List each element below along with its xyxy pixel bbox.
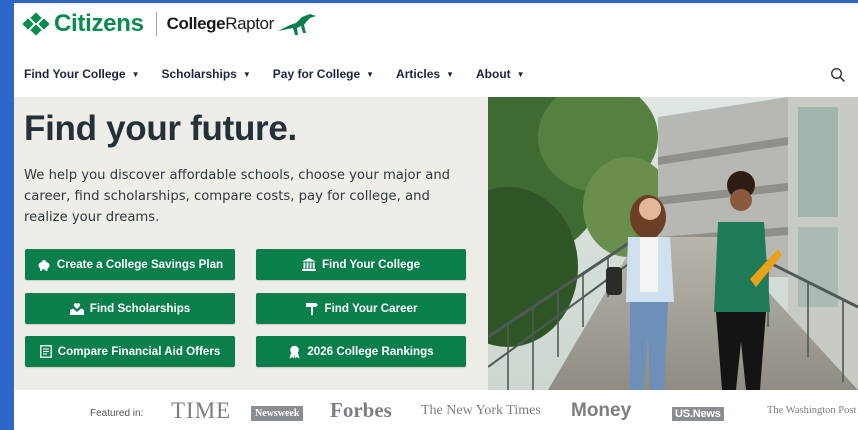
page-title: Find your future. (24, 109, 297, 148)
main-nav: Find Your College ▼ Scholarships ▼ Pay for… (24, 67, 547, 81)
nyt-logo: The New York Times (421, 403, 541, 418)
nav-label: Find Your College (24, 67, 126, 81)
page: Citizens CollegeRaptor Find Your College… (14, 3, 858, 430)
hand-heart-icon (69, 302, 84, 315)
newsweek-logo: Newsweek (251, 406, 304, 421)
usnews-logo: US.News (672, 407, 724, 421)
washington-post-logo: The Washington Post (767, 405, 857, 416)
raptor-logo-icon (277, 14, 316, 35)
time-logo: TIME (171, 398, 232, 423)
find-college-button[interactable]: Find Your College (256, 249, 466, 280)
featured-label: Featured in: (90, 408, 144, 419)
create-savings-plan-button[interactable]: Create a College Savings Plan (25, 249, 235, 280)
institution-icon (301, 258, 316, 271)
nav-scholarships[interactable]: Scholarships ▼ (161, 67, 250, 81)
hero-panel: Find your future. We help you discover a… (14, 97, 488, 390)
citizens-logo-text: Citizens (54, 10, 144, 37)
chevron-down-icon: ▼ (366, 69, 375, 79)
nav-pay-for-college[interactable]: Pay for College ▼ (273, 67, 374, 81)
hero-image (488, 97, 858, 390)
chevron-down-icon: ▼ (446, 69, 454, 79)
logo-divider (155, 12, 157, 36)
search-icon[interactable] (830, 67, 846, 83)
students-walking-photo (488, 97, 858, 390)
nav-about[interactable]: About ▼ (476, 67, 525, 81)
nav-articles[interactable]: Articles ▼ (396, 67, 454, 81)
button-label: Compare Financial Aid Offers (57, 345, 221, 358)
chevron-down-icon: ▼ (516, 69, 525, 79)
collegeraptor-logo-strong: College (166, 14, 226, 33)
button-label: 2026 College Rankings (307, 345, 434, 358)
collegeraptor-logo-light: Raptor (225, 14, 274, 33)
header-logos[interactable]: Citizens CollegeRaptor (22, 9, 318, 39)
signpost-icon (305, 303, 318, 315)
nav-label: Scholarships (161, 67, 237, 81)
hero-description: We help you discover affordable schools,… (24, 168, 451, 225)
find-career-button[interactable]: Find Your Career (256, 293, 466, 324)
compare-aid-offers-button[interactable]: Compare Financial Aid Offers (25, 336, 235, 367)
award-ribbon-icon (289, 345, 300, 358)
button-label: Find Your College (321, 258, 421, 271)
nav-label: Pay for College (272, 67, 361, 81)
nav-label: Articles (396, 67, 441, 81)
college-rankings-button[interactable]: 2026 College Rankings (256, 336, 466, 367)
button-label: Find Your Career (324, 302, 418, 315)
chevron-down-icon: ▼ (242, 69, 251, 79)
money-logo: Money (571, 400, 632, 421)
forbes-logo: Forbes (330, 398, 392, 422)
collegeraptor-logo-text: CollegeRaptor (166, 14, 275, 34)
button-label: Create a College Savings Plan (56, 258, 224, 271)
citizens-logo-icon (22, 12, 50, 36)
nav-label: About (476, 67, 511, 81)
find-scholarships-button[interactable]: Find Scholarships (25, 293, 235, 324)
featured-strip: Featured in: TIME Newsweek Forbes The Ne… (14, 390, 858, 430)
button-label: Find Scholarships (89, 302, 191, 315)
nav-find-your-college[interactable]: Find Your College ▼ (24, 67, 139, 81)
chevron-down-icon: ▼ (131, 69, 140, 79)
piggy-bank-icon (38, 259, 50, 271)
document-icon (39, 345, 52, 358)
